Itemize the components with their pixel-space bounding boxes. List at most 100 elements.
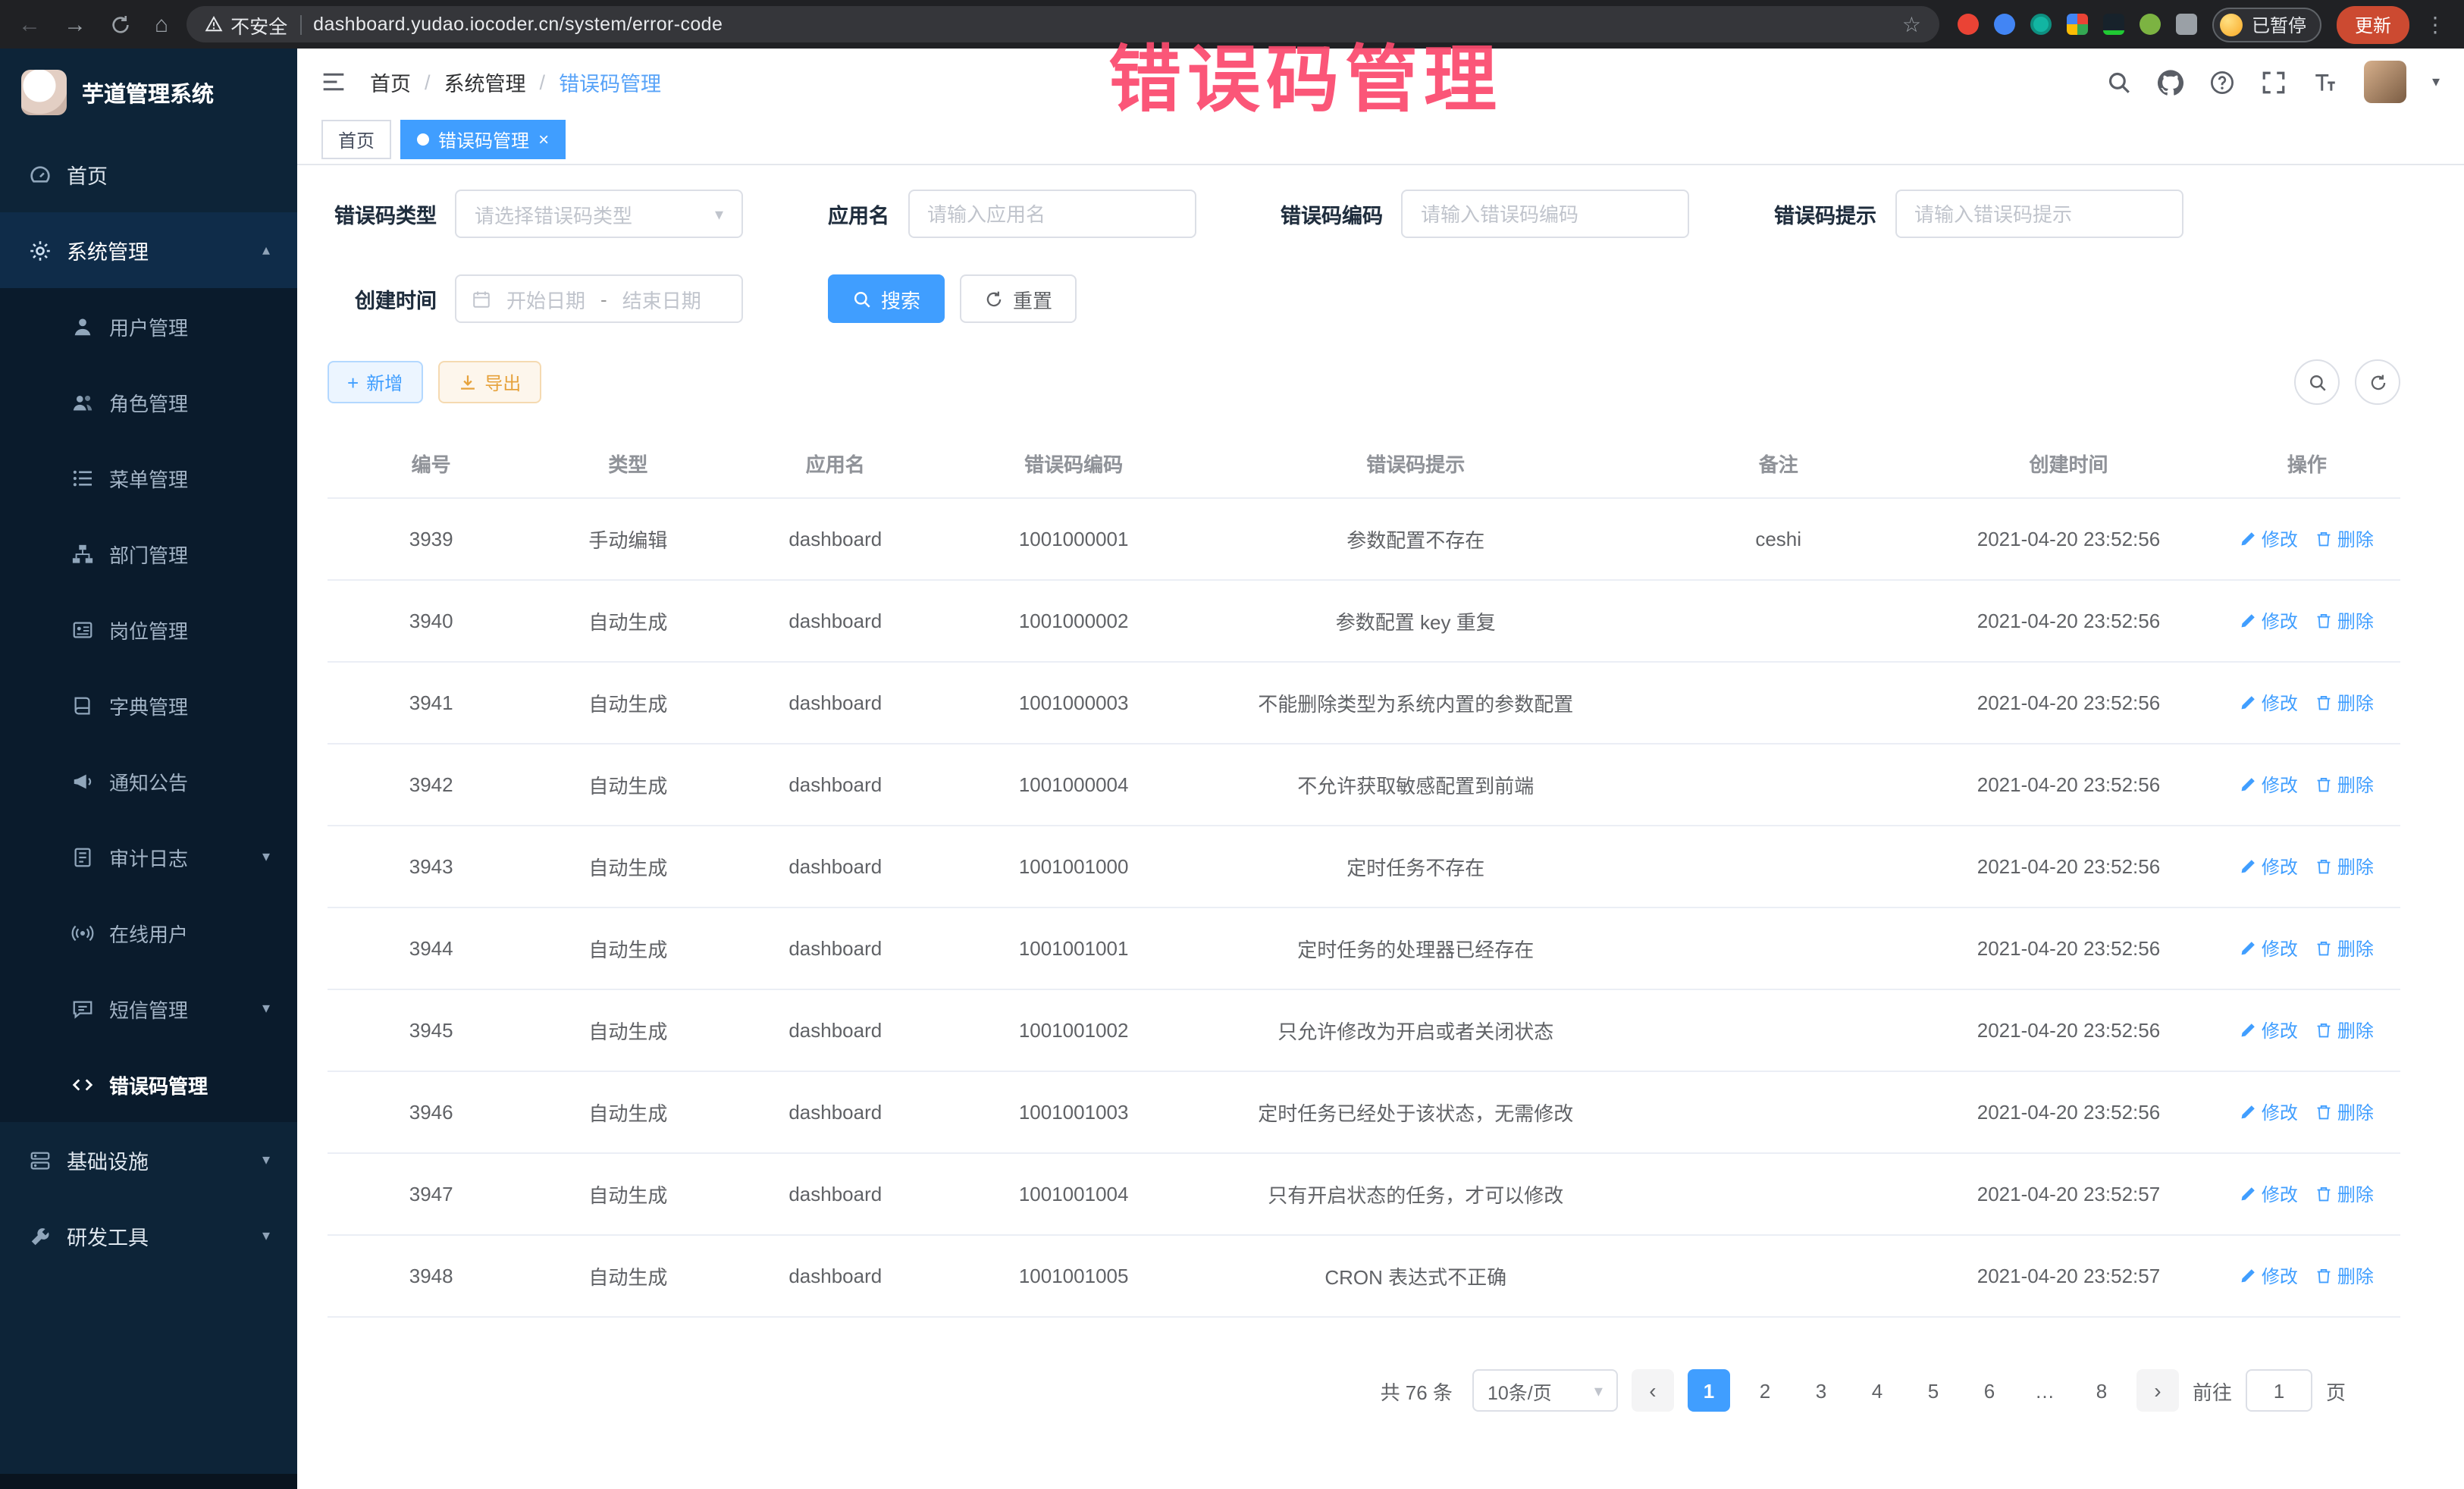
paused-chip[interactable]: 已暂停 bbox=[2212, 7, 2321, 42]
infra-icon bbox=[27, 1149, 52, 1171]
edit-link[interactable]: 修改 bbox=[2240, 526, 2298, 552]
page-button-8[interactable]: 8 bbox=[2080, 1369, 2123, 1412]
sidebar-item-dept[interactable]: 部门管理 bbox=[0, 516, 297, 591]
address-bar[interactable]: 不安全 dashboard.yudao.iocoder.cn/system/er… bbox=[187, 6, 1939, 42]
prev-page-button[interactable]: ‹ bbox=[1632, 1369, 1674, 1412]
cell-remark: ceshi bbox=[1633, 498, 1923, 580]
app-name-input[interactable] bbox=[908, 190, 1196, 238]
edit-link[interactable]: 修改 bbox=[2240, 1099, 2298, 1125]
hamburger-icon[interactable] bbox=[321, 70, 346, 94]
breadcrumb-item[interactable]: 系统管理 bbox=[444, 67, 526, 97]
edit-link[interactable]: 修改 bbox=[2240, 1181, 2298, 1207]
extension-icon[interactable] bbox=[1958, 14, 1979, 35]
delete-link[interactable]: 删除 bbox=[2316, 526, 2374, 552]
edit-link[interactable]: 修改 bbox=[2240, 1017, 2298, 1043]
edit-link[interactable]: 修改 bbox=[2240, 690, 2298, 716]
app-title: 芋道管理系统 bbox=[82, 77, 214, 108]
chrome-menu-icon[interactable]: ⋮ bbox=[2425, 11, 2446, 37]
page-button-5[interactable]: 5 bbox=[1912, 1369, 1955, 1412]
delete-link[interactable]: 删除 bbox=[2316, 936, 2374, 961]
extension-icon[interactable] bbox=[2140, 14, 2161, 35]
tab-home[interactable]: 首页 bbox=[321, 120, 391, 159]
breadcrumb-item[interactable]: 首页 bbox=[370, 67, 411, 97]
page-button-1[interactable]: 1 bbox=[1688, 1369, 1730, 1412]
reload-icon[interactable] bbox=[109, 13, 132, 36]
sidebar-collapse-bar[interactable] bbox=[0, 1474, 297, 1489]
extension-icon[interactable] bbox=[2030, 14, 2052, 35]
cell-time: 2021-04-20 23:52:56 bbox=[1923, 908, 2214, 989]
delete-link[interactable]: 删除 bbox=[2316, 690, 2374, 716]
pencil-icon bbox=[2240, 776, 2257, 793]
avatar[interactable] bbox=[2364, 61, 2406, 103]
back-icon[interactable]: ← bbox=[18, 11, 41, 37]
error-type-select[interactable]: 请选择错误码类型 ▾ bbox=[455, 190, 743, 238]
sidebar-item-online[interactable]: 在线用户 bbox=[0, 895, 297, 970]
refresh-table-button[interactable] bbox=[2355, 359, 2400, 405]
delete-link[interactable]: 删除 bbox=[2316, 854, 2374, 879]
show-search-button[interactable] bbox=[2294, 359, 2340, 405]
sidebar-item-audit[interactable]: 审计日志▾ bbox=[0, 819, 297, 895]
sidebar-item-devtools[interactable]: 研发工具▾ bbox=[0, 1198, 297, 1274]
extension-icon[interactable] bbox=[2103, 14, 2124, 35]
help-icon[interactable] bbox=[2209, 69, 2235, 95]
error-hint-input[interactable] bbox=[1895, 190, 2183, 238]
create-time-range[interactable]: 开始日期 - 结束日期 bbox=[455, 274, 743, 323]
delete-link[interactable]: 删除 bbox=[2316, 1263, 2374, 1289]
sidebar-item-home[interactable]: 首页 bbox=[0, 136, 297, 212]
cell-actions: 修改删除 bbox=[2214, 908, 2400, 989]
forward-icon[interactable]: → bbox=[64, 11, 86, 37]
sidebar-item-system[interactable]: 系统管理▴ bbox=[0, 212, 297, 288]
pencil-icon bbox=[2240, 531, 2257, 547]
page-button-4[interactable]: 4 bbox=[1856, 1369, 1898, 1412]
sidebar-item-error-code[interactable]: 错误码管理 bbox=[0, 1046, 297, 1122]
sidebar-item-post[interactable]: 岗位管理 bbox=[0, 591, 297, 667]
edit-link[interactable]: 修改 bbox=[2240, 772, 2298, 798]
tab-close-icon[interactable] bbox=[538, 129, 549, 150]
tab-error-code[interactable]: 错误码管理 bbox=[400, 120, 566, 159]
delete-link[interactable]: 删除 bbox=[2316, 608, 2374, 634]
extension-icon[interactable] bbox=[2067, 14, 2088, 35]
reset-button[interactable]: 重置 bbox=[960, 274, 1077, 323]
app-logo[interactable]: 芋道管理系统 bbox=[0, 49, 297, 136]
cell-type: 手动编辑 bbox=[534, 498, 721, 580]
page-button-3[interactable]: 3 bbox=[1800, 1369, 1842, 1412]
bookmark-star-icon[interactable]: ☆ bbox=[1902, 11, 1921, 37]
next-page-button[interactable]: › bbox=[2136, 1369, 2179, 1412]
sidebar-item-sms[interactable]: 短信管理▾ bbox=[0, 970, 297, 1046]
sidebar-item-role[interactable]: 角色管理 bbox=[0, 364, 297, 440]
search-icon[interactable] bbox=[2106, 69, 2132, 95]
add-button[interactable]: + 新增 bbox=[328, 361, 422, 403]
sidebar-item-dict[interactable]: 字典管理 bbox=[0, 667, 297, 743]
home-icon[interactable]: ⌂ bbox=[155, 11, 168, 37]
sidebar-item-notice[interactable]: 通知公告 bbox=[0, 743, 297, 819]
page-size-select[interactable]: 10条/页▾ bbox=[1472, 1369, 1618, 1412]
edit-link[interactable]: 修改 bbox=[2240, 608, 2298, 634]
font-size-icon[interactable] bbox=[2312, 69, 2338, 95]
security-status[interactable]: 不安全 bbox=[205, 10, 287, 39]
puzzle-icon[interactable] bbox=[2176, 14, 2197, 35]
extension-icon[interactable] bbox=[1994, 14, 2015, 35]
more-pages-icon[interactable]: … bbox=[2024, 1379, 2067, 1402]
delete-link[interactable]: 删除 bbox=[2316, 1017, 2374, 1043]
sidebar-item-label: 短信管理 bbox=[109, 994, 188, 1023]
sidebar-item-user[interactable]: 用户管理 bbox=[0, 288, 297, 364]
sidebar-item-menu[interactable]: 菜单管理 bbox=[0, 440, 297, 516]
edit-link[interactable]: 修改 bbox=[2240, 936, 2298, 961]
delete-link[interactable]: 删除 bbox=[2316, 772, 2374, 798]
fullscreen-icon[interactable] bbox=[2261, 69, 2287, 95]
edit-link[interactable]: 修改 bbox=[2240, 1263, 2298, 1289]
export-button[interactable]: 导出 bbox=[437, 361, 541, 403]
page-button-6[interactable]: 6 bbox=[1968, 1369, 2011, 1412]
goto-page-input[interactable] bbox=[2246, 1369, 2312, 1412]
edit-link[interactable]: 修改 bbox=[2240, 854, 2298, 879]
sidebar-item-infra[interactable]: 基础设施▾ bbox=[0, 1122, 297, 1198]
sidebar-menu: 首页系统管理▴用户管理角色管理菜单管理部门管理岗位管理字典管理通知公告审计日志▾… bbox=[0, 136, 297, 1274]
update-button[interactable]: 更新 bbox=[2337, 5, 2409, 43]
github-icon[interactable] bbox=[2158, 69, 2183, 95]
delete-link[interactable]: 删除 bbox=[2316, 1099, 2374, 1125]
page-button-2[interactable]: 2 bbox=[1744, 1369, 1786, 1412]
delete-link[interactable]: 删除 bbox=[2316, 1181, 2374, 1207]
search-button[interactable]: 搜索 bbox=[828, 274, 945, 323]
error-code-input[interactable] bbox=[1401, 190, 1689, 238]
chevron-down-icon[interactable]: ▾ bbox=[2432, 74, 2440, 90]
